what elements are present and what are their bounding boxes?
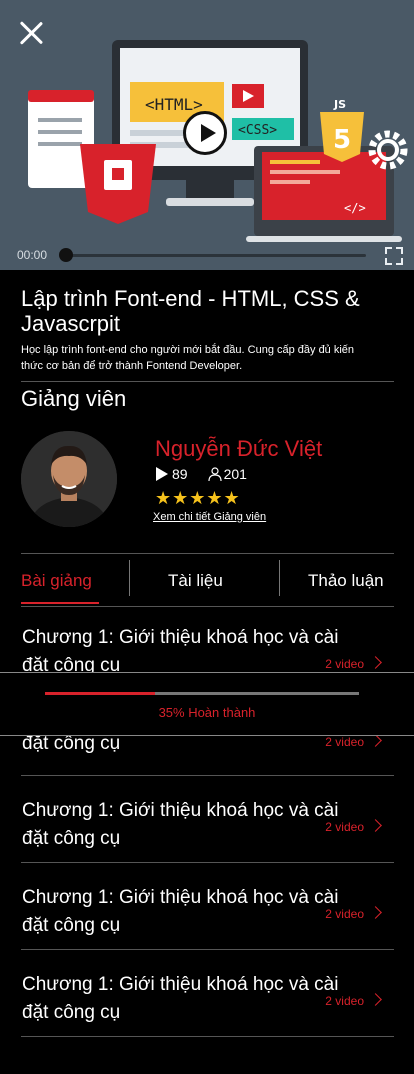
css-tag-text: <CSS>	[238, 123, 277, 138]
rating-stars: ★★★★★	[155, 488, 241, 508]
tab-discussion[interactable]: Thảo luận	[308, 571, 384, 591]
tab-bar: Bài giảng Tài liệu Thảo luận	[0, 560, 414, 604]
instructor-section-title: Giảng viên	[21, 386, 127, 411]
video-player[interactable]: <HTML> <CSS> </> JS 5 00:00	[0, 0, 414, 270]
course-title: Lập trình Font-end - HTML, CSS & Javascr…	[21, 286, 360, 336]
instructor-stats: 89 201	[155, 466, 247, 482]
chevron-right-icon	[369, 819, 382, 832]
chapter-video-count: 2 video	[325, 735, 364, 749]
list-item[interactable]: Chương 1: Giới thiệu khoá học và cài đặt…	[21, 951, 394, 1037]
play-icon[interactable]	[183, 111, 227, 155]
video-count-icon	[156, 467, 168, 481]
chapter-title: Chương 1: Giới thiệu khoá học và cài đặt…	[22, 800, 339, 849]
five-label-text: 5	[333, 125, 351, 155]
divider	[21, 606, 394, 607]
close-icon[interactable]	[18, 20, 44, 46]
tab-separator	[279, 560, 280, 596]
chapter-video-count: 2 video	[325, 820, 364, 834]
html-tag-text: <HTML>	[145, 95, 203, 114]
user-icon	[207, 467, 222, 481]
instructor-name: Nguyễn Đức Việt	[155, 436, 323, 461]
chapter-title: Chương 1: Giới thiệu khoá học và cài đặt…	[22, 887, 339, 936]
avatar	[21, 431, 117, 527]
video-seek-thumb[interactable]	[59, 248, 73, 262]
video-count-value: 89	[172, 466, 188, 482]
active-tab-indicator	[21, 602, 99, 604]
divider	[21, 862, 394, 863]
code-symbol-text: </>	[344, 201, 366, 215]
tab-documents[interactable]: Tài liệu	[168, 571, 223, 591]
tab-separator	[129, 560, 130, 596]
list-item[interactable]: Chương 1: Giới thiệu khoá học và cài đặt…	[21, 777, 394, 863]
divider	[21, 949, 394, 950]
video-seek-track[interactable]	[66, 254, 366, 257]
tab-lectures[interactable]: Bài giảng	[21, 571, 92, 591]
course-description: Học lập trình font-end cho người mới bắt…	[21, 344, 355, 372]
student-count: 201	[207, 466, 247, 482]
chevron-right-icon	[369, 734, 382, 747]
instructor-detail-link[interactable]: Xem chi tiết Giảng viên	[153, 511, 266, 523]
divider	[21, 775, 394, 776]
chapter-video-count: 2 video	[325, 994, 364, 1008]
chevron-right-icon	[369, 993, 382, 1006]
progress-fill	[45, 692, 155, 695]
list-item[interactable]: Chương 1: Giới thiệu khoá học và cài đặt…	[21, 864, 394, 950]
divider	[21, 1036, 394, 1037]
js-label-text: JS	[333, 98, 346, 111]
video-controls: 00:00	[0, 240, 414, 270]
fullscreen-icon[interactable]	[385, 247, 403, 265]
divider	[21, 381, 394, 382]
divider	[21, 553, 394, 554]
chevron-right-icon	[369, 656, 382, 669]
progress-label: 35% Hoàn thành	[158, 705, 256, 720]
chevron-right-icon	[369, 906, 382, 919]
progress-track	[45, 692, 359, 695]
video-time: 00:00	[17, 248, 48, 262]
video-count: 89	[155, 466, 188, 482]
course-progress: 35% Hoàn thành	[0, 672, 414, 736]
chapter-video-count: 2 video	[325, 907, 364, 921]
chapter-video-count: 2 video	[325, 657, 364, 671]
chapter-title: Chương 1: Giới thiệu khoá học và cài đặt…	[22, 974, 339, 1023]
student-count-value: 201	[223, 466, 247, 482]
